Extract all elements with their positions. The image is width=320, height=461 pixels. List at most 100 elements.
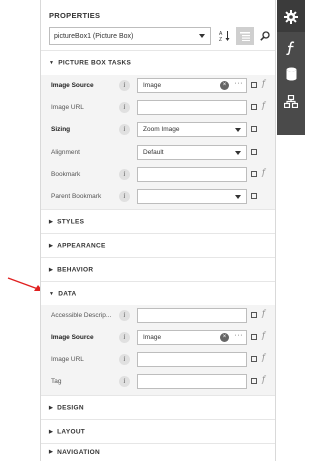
prop-label: Alignment (51, 149, 80, 156)
database-icon (286, 67, 296, 81)
section-behavior[interactable]: ▶ BEHAVIOR (41, 258, 275, 282)
info-icon[interactable]: i (119, 376, 130, 387)
prop-label: Parent Bookmark (51, 193, 102, 200)
section-picture-box-tasks[interactable]: ▼ PICTURE BOX TASKS (41, 51, 275, 75)
property-marker-icon[interactable] (251, 378, 257, 384)
prop-row-data-image-url: Image URL i f (41, 349, 275, 371)
editor-value: Default (143, 149, 164, 156)
categorized-button[interactable] (236, 27, 254, 45)
prop-row-image-url: Image URL i f (41, 97, 275, 119)
section-navigation[interactable]: ▶ NAVIGATION (41, 444, 275, 461)
svg-text:Z: Z (219, 37, 222, 42)
field-list-tab[interactable] (277, 60, 305, 88)
collapsed-icon: ▶ (49, 267, 54, 273)
expanded-icon: ▼ (49, 60, 55, 66)
clear-icon[interactable]: × (220, 333, 229, 342)
section-label: STYLES (57, 218, 85, 226)
prop-label: Image Source (51, 82, 94, 89)
function-icon (286, 41, 295, 55)
parent-bookmark-select[interactable] (137, 189, 247, 204)
section-label: APPEARANCE (57, 242, 106, 250)
prop-row-image-source: Image Source i Image × ··· f (41, 75, 275, 97)
expression-icon[interactable]: f (262, 168, 265, 177)
section-data[interactable]: ▼ DATA (41, 282, 275, 306)
property-marker-icon[interactable] (251, 104, 257, 110)
component-selector-value: pictureBox1 (Picture Box) (54, 33, 134, 40)
editor-value: Zoom Image (143, 126, 180, 133)
collapsed-icon: ▶ (49, 429, 54, 435)
info-icon[interactable]: i (119, 354, 130, 365)
expression-icon[interactable]: f (262, 309, 265, 318)
info-icon[interactable]: i (119, 80, 130, 91)
sitemap-icon (283, 95, 299, 109)
section-design[interactable]: ▶ DESIGN (41, 396, 275, 420)
right-toolbar (277, 0, 305, 461)
editor-value: Image (143, 82, 162, 89)
data-image-url-input[interactable] (137, 352, 247, 367)
report-explorer-tab[interactable] (277, 88, 305, 116)
alignment-select[interactable]: Default (137, 145, 247, 160)
expressions-tab[interactable] (277, 34, 305, 62)
prop-row-data-image-source: Image Source i Image × ··· f (41, 327, 275, 349)
property-marker-icon[interactable] (251, 334, 257, 340)
prop-label: Tag (51, 378, 62, 385)
search-button[interactable] (256, 27, 274, 45)
data-image-source-editor[interactable]: Image × ··· (137, 330, 247, 345)
property-marker-icon[interactable] (251, 126, 257, 132)
expression-icon[interactable]: f (262, 375, 265, 384)
info-icon[interactable]: i (119, 191, 130, 202)
prop-row-alignment: Alignment Default (41, 142, 275, 164)
property-marker-icon[interactable] (251, 149, 257, 155)
properties-tab[interactable] (277, 3, 305, 31)
property-marker-icon[interactable] (251, 82, 257, 88)
section-layout[interactable]: ▶ LAYOUT (41, 420, 275, 444)
section-label: DATA (58, 290, 77, 298)
property-marker-icon[interactable] (251, 171, 257, 177)
collapsed-icon: ▶ (49, 243, 54, 249)
property-marker-icon[interactable] (251, 312, 257, 318)
expression-icon[interactable]: f (262, 79, 265, 88)
chevron-down-icon (235, 128, 241, 132)
accessible-description-input[interactable] (137, 308, 247, 323)
image-source-editor[interactable]: Image × ··· (137, 78, 247, 93)
left-margin (0, 0, 40, 461)
prop-label: Bookmark (51, 171, 81, 178)
sizing-select[interactable]: Zoom Image (137, 122, 247, 137)
prop-row-accessible-description: Accessible Descrip... i f (41, 305, 275, 327)
section-styles[interactable]: ▶ STYLES (41, 210, 275, 234)
expression-icon[interactable]: f (262, 101, 265, 110)
component-selector[interactable]: pictureBox1 (Picture Box) (49, 27, 211, 45)
panel-title: PROPERTIES (49, 11, 101, 20)
property-marker-icon[interactable] (251, 356, 257, 362)
info-icon[interactable]: i (119, 169, 130, 180)
expression-icon[interactable]: f (262, 331, 265, 340)
clear-icon[interactable]: × (220, 81, 229, 90)
image-url-input[interactable] (137, 100, 247, 115)
collapsed-icon: ▶ (49, 219, 54, 225)
properties-window: PROPERTIES pictureBox1 (Picture Box) A Z (0, 0, 305, 461)
expression-icon[interactable]: f (262, 353, 265, 362)
prop-row-sizing: Sizing i Zoom Image (41, 119, 275, 141)
collapsed-icon: ▶ (49, 449, 54, 455)
expanded-icon: ▼ (49, 291, 55, 297)
prop-label: Image URL (51, 356, 84, 363)
info-icon[interactable]: i (119, 124, 130, 135)
prop-row-parent-bookmark: Parent Bookmark i (41, 186, 275, 208)
prop-row-bookmark: Bookmark i f (41, 164, 275, 186)
section-appearance[interactable]: ▶ APPEARANCE (41, 234, 275, 258)
info-icon[interactable]: i (119, 310, 130, 321)
property-marker-icon[interactable] (251, 193, 257, 199)
section-label: DESIGN (57, 404, 84, 412)
section-label: LAYOUT (57, 428, 86, 436)
sort-az-button[interactable]: A Z (216, 27, 234, 45)
tag-input[interactable] (137, 374, 247, 389)
ellipsis-icon[interactable]: ··· (235, 80, 244, 88)
selector-row: pictureBox1 (Picture Box) A Z (49, 27, 271, 45)
bookmark-input[interactable] (137, 167, 247, 182)
section-label: BEHAVIOR (57, 266, 94, 274)
info-icon[interactable]: i (119, 102, 130, 113)
section-label: PICTURE BOX TASKS (58, 59, 132, 67)
ellipsis-icon[interactable]: ··· (235, 332, 244, 340)
info-icon[interactable]: i (119, 332, 130, 343)
sort-az-icon: A Z (219, 31, 230, 42)
